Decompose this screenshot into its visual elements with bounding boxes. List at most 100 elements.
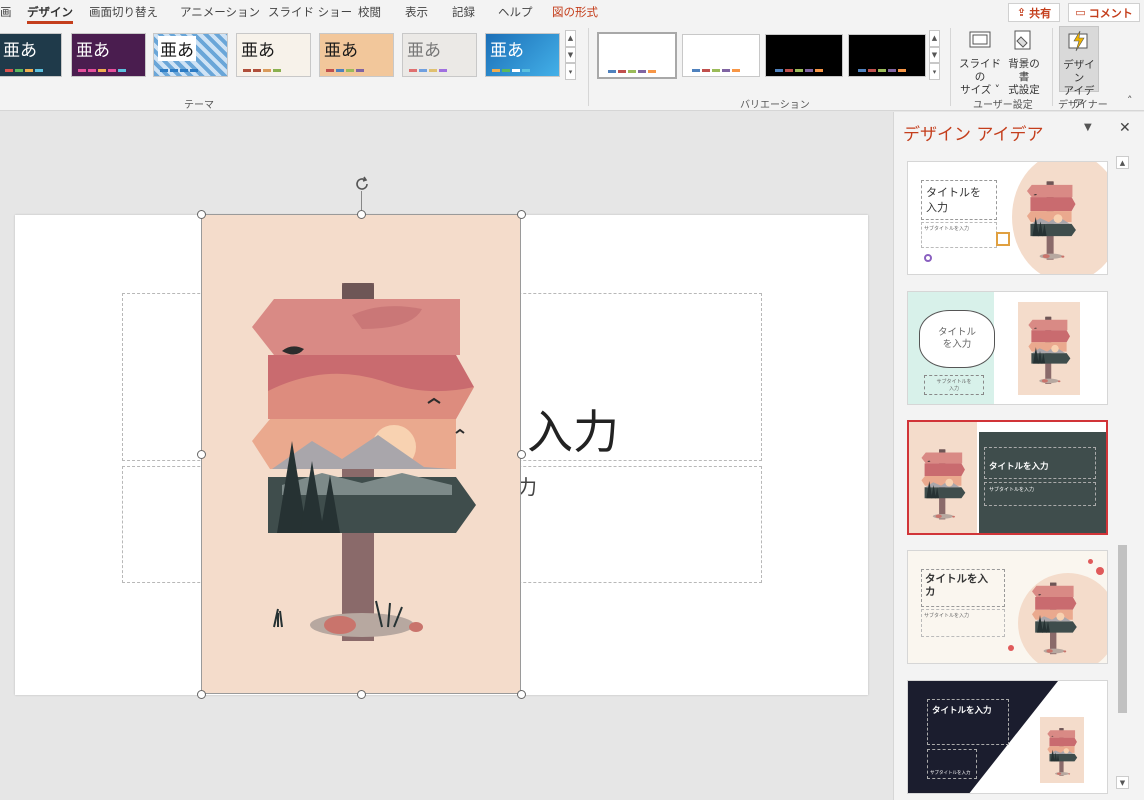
idea-title-box: タイトルを 入力 <box>921 180 997 220</box>
tab-design[interactable]: デザイン <box>27 4 73 24</box>
variation-thumbnail[interactable] <box>765 34 843 77</box>
resize-handle[interactable] <box>357 210 366 219</box>
chevron-down-icon[interactable]: ▼ <box>565 46 576 64</box>
selected-picture[interactable] <box>201 214 521 694</box>
variation-thumbnail[interactable] <box>848 34 926 77</box>
group-label-themes: テーマ <box>184 100 214 111</box>
chevron-up-icon[interactable]: ▲ <box>565 30 576 47</box>
idea-title: タイトルを <box>926 186 981 199</box>
resize-handle[interactable] <box>517 210 526 219</box>
group-divider <box>588 28 589 106</box>
theme-thumbnail[interactable]: 亜あ <box>319 33 394 77</box>
idea-title-box: タイトルを入 カ <box>921 569 1005 607</box>
pane-scrollbar[interactable]: ▲ ▼ <box>1116 156 1129 792</box>
idea-subtitle: サブタイトルを入力 <box>921 609 1005 637</box>
tab-home-partial[interactable]: 画 <box>0 4 12 20</box>
design-idea-1[interactable]: タイトルを 入力 サブタイトルを入力 <box>907 161 1108 275</box>
signpost-thumbnail <box>1020 569 1088 664</box>
theme-glyph: 亜あ <box>490 41 524 61</box>
slide-size-label: スライドの <box>959 58 1001 83</box>
theme-glyph: 亜あ <box>158 36 196 61</box>
tab-picture-format[interactable]: 図の形式 <box>552 4 598 20</box>
scroll-up-icon[interactable]: ▲ <box>1116 156 1129 169</box>
variation-thumbnail[interactable] <box>682 34 760 77</box>
gallery-more-icon[interactable]: ▾ <box>929 63 940 81</box>
theme-thumbnail[interactable]: 亜あ <box>485 33 560 77</box>
variation-gallery-scroll[interactable]: ▲ ▼ ▾ <box>929 30 940 81</box>
idea-title-bubble: タイトル を入力 <box>919 310 995 368</box>
theme-glyph: 亜あ <box>324 41 358 61</box>
title-text[interactable]: 入力 <box>527 396 619 462</box>
close-icon[interactable]: ✕ <box>1119 120 1131 136</box>
resize-handle[interactable] <box>197 450 206 459</box>
tab-animations[interactable]: アニメーション <box>180 4 260 20</box>
idea-subtitle: サブタイトルを入力 <box>927 749 977 779</box>
group-label-designer: デザイナー <box>1058 100 1108 111</box>
share-button[interactable]: ⇪ 共有 <box>1008 3 1060 22</box>
idea-title-2: カ <box>925 586 936 598</box>
resize-handle[interactable] <box>517 450 526 459</box>
tab-review[interactable]: 校閲 <box>358 4 381 20</box>
format-background-label: 背景の書 <box>1008 58 1040 83</box>
design-ideas-label: デザイン <box>1063 59 1095 84</box>
idea-title: タイトルを入力 <box>927 699 1009 745</box>
chevron-down-icon[interactable]: ▼ <box>929 46 940 64</box>
slide-size-button[interactable]: スライドの サイズ ˅ <box>958 29 1002 97</box>
decorative-dot <box>1088 559 1093 564</box>
tab-view[interactable]: 表示 <box>405 4 428 20</box>
idea-title: タイトル <box>937 327 976 338</box>
chevron-down-icon[interactable]: ▼ <box>1084 122 1092 133</box>
ribbon-design: 亜あ 亜あ 亜あ 亜あ 亜あ 亜あ 亜あ ▲ ▼ ▾ テーマ ▲ ▼ ▾ バリエ… <box>0 24 1144 111</box>
comment-label: コメント <box>1088 6 1133 20</box>
theme-glyph: 亜あ <box>3 41 37 61</box>
idea-subtitle-box: サブタイトルを 入力 <box>924 375 984 395</box>
tab-help[interactable]: ヘルプ <box>498 4 533 20</box>
group-label-customize: ユーザー設定 <box>973 100 1033 111</box>
gallery-more-icon[interactable]: ▾ <box>565 63 576 81</box>
pane-title: デザイン アイデア <box>903 125 1044 145</box>
theme-gallery-scroll[interactable]: ▲ ▼ ▾ <box>565 30 576 81</box>
theme-thumbnail[interactable]: 亜あ <box>71 33 146 77</box>
group-divider <box>950 28 951 106</box>
design-idea-4[interactable]: タイトルを入 カ サブタイトルを入力 <box>907 550 1108 664</box>
theme-thumbnail[interactable]: 亜あ <box>153 33 228 77</box>
theme-thumbnail[interactable]: 亜あ <box>0 33 62 77</box>
scroll-thumb[interactable] <box>1118 545 1127 713</box>
idea-subtitle: サブタイトルを入力 <box>984 482 1096 506</box>
resize-handle[interactable] <box>197 690 206 699</box>
signpost-thumbnail <box>1016 164 1086 274</box>
comment-button[interactable]: ▭ コメント <box>1068 3 1140 22</box>
theme-glyph: 亜あ <box>407 41 441 61</box>
signpost-thumbnail <box>1040 719 1084 783</box>
variation-thumbnail-selected[interactable] <box>597 32 677 79</box>
collapse-ribbon-icon[interactable]: ˄ <box>1127 94 1133 107</box>
theme-glyph: 亜あ <box>241 41 275 61</box>
scroll-down-icon[interactable]: ▼ <box>1116 776 1129 789</box>
comment-icon: ▭ <box>1075 6 1086 19</box>
theme-thumbnail[interactable]: 亜あ <box>236 33 311 77</box>
theme-thumbnail[interactable]: 亜あ <box>402 33 477 77</box>
design-idea-2[interactable]: タイトル を入力 サブタイトルを 入力 <box>907 291 1108 405</box>
tab-transitions[interactable]: 画面切り替え <box>89 4 158 20</box>
chevron-up-icon[interactable]: ▲ <box>929 30 940 47</box>
tab-slideshow[interactable]: スライド ショー <box>268 4 352 20</box>
idea-subtitle-2: 入力 <box>948 386 959 392</box>
design-idea-3-selected[interactable]: タイトルを入力 サブタイトルを入力 <box>907 420 1108 535</box>
tab-record[interactable]: 記録 <box>452 4 475 20</box>
design-ideas-pane: デザイン アイデア ▼ ✕ タイトルを 入力 サブタイトルを入力 タイトル を入… <box>893 112 1144 800</box>
slide-size-icon <box>969 31 991 48</box>
idea-title: タイトルを入力 <box>984 447 1096 479</box>
resize-handle[interactable] <box>517 690 526 699</box>
signpost-thumbnail <box>911 436 975 530</box>
design-ideas-button[interactable]: デザイン アイデア <box>1059 26 1099 110</box>
resize-handle[interactable] <box>197 210 206 219</box>
decorative-dot <box>924 254 932 262</box>
resize-handle[interactable] <box>357 690 366 699</box>
share-icon: ⇪ <box>1016 6 1027 19</box>
rotate-handle-icon[interactable] <box>352 174 372 194</box>
share-label: 共有 <box>1029 6 1052 20</box>
idea-title-2: 入力 <box>926 201 948 214</box>
signpost-thumbnail <box>1018 304 1080 394</box>
design-idea-5[interactable]: タイトルを入力 サブタイトルを入力 <box>907 680 1108 794</box>
format-background-button[interactable]: 背景の書 式設定 <box>1004 29 1044 97</box>
